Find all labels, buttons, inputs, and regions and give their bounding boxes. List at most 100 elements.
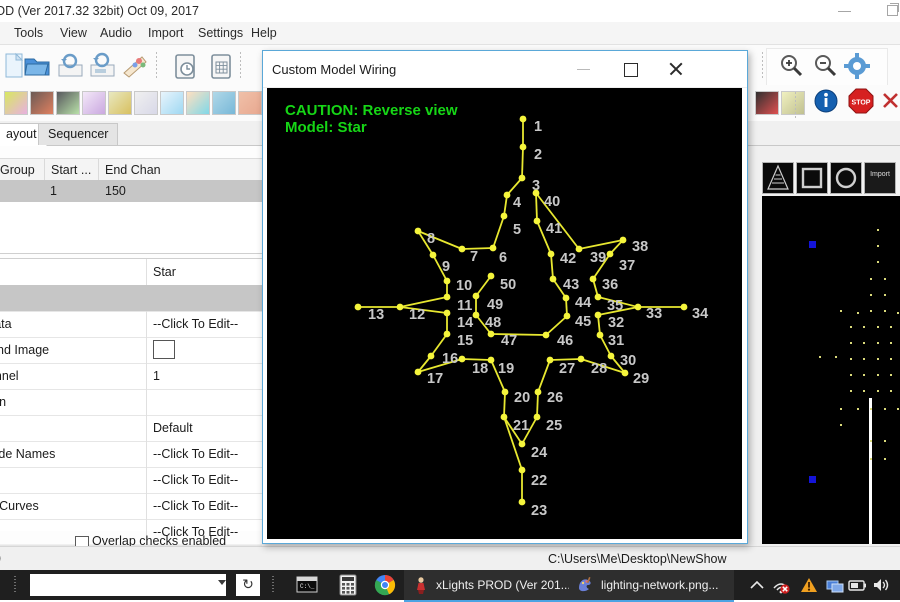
wiring-node[interactable] [534, 388, 542, 396]
tab-sequencer[interactable]: Sequencer [38, 123, 119, 145]
menu-item-tools[interactable]: Tools [8, 25, 49, 41]
wiring-node[interactable] [596, 331, 604, 339]
wiring-node[interactable] [533, 413, 541, 421]
wiring-node[interactable] [546, 356, 554, 364]
wiring-node[interactable] [594, 311, 602, 319]
property-row[interactable]: eStar [0, 259, 262, 286]
network-muted-icon[interactable] [772, 576, 790, 594]
import-button[interactable]: Import [864, 162, 896, 194]
search-input[interactable] [30, 574, 226, 596]
chrome-icon[interactable] [374, 574, 396, 596]
dialog-minimize-button[interactable] [561, 51, 607, 87]
fx-butterfly-icon[interactable] [4, 91, 28, 115]
info-icon[interactable] [813, 88, 839, 114]
preview-handle[interactable] [809, 476, 816, 483]
circle-shape-button[interactable] [830, 162, 862, 194]
fx-fire-icon[interactable] [30, 91, 54, 115]
column-header[interactable]: End Chan [105, 163, 161, 177]
chevron-down-icon[interactable] [218, 580, 226, 585]
menu-item-settings[interactable]: Settings [192, 25, 249, 41]
wiring-node[interactable] [563, 312, 571, 320]
wiring-node[interactable] [518, 498, 526, 506]
property-value[interactable]: --Click To Edit-- [153, 317, 238, 331]
xlights-taskbar-item[interactable]: xLights PROD (Ver 201... [404, 570, 571, 602]
stop-icon[interactable]: STOP [848, 88, 874, 114]
chevron-up-icon[interactable] [748, 576, 766, 594]
save-icon[interactable] [56, 51, 86, 81]
menu-item-view[interactable]: View [54, 25, 93, 41]
wiring-node[interactable] [589, 275, 597, 283]
property-row[interactable]: om [0, 285, 262, 312]
wiring-node[interactable] [518, 174, 526, 182]
wiring-node[interactable] [487, 330, 495, 338]
battery-icon[interactable] [848, 576, 866, 594]
property-row[interactable]: ewDefault [0, 415, 262, 442]
wiring-node[interactable] [533, 217, 541, 225]
menu-item-import[interactable]: Import [142, 25, 189, 41]
property-value[interactable]: 1 [153, 369, 160, 383]
fx-plasma-icon[interactable] [238, 91, 262, 115]
wiring-node[interactable] [547, 250, 555, 258]
wiring-node[interactable] [487, 356, 495, 364]
window-restore-button[interactable] [878, 0, 900, 22]
refresh-icon[interactable]: ↻ [236, 574, 260, 596]
warning-icon[interactable] [800, 576, 818, 594]
volume-icon[interactable] [872, 576, 890, 594]
gear-icon[interactable] [842, 51, 872, 81]
wiring-node[interactable] [577, 355, 585, 363]
fx-meteors-icon[interactable] [212, 91, 236, 115]
zoom-out-icon[interactable] [810, 51, 840, 81]
wiring-node[interactable] [549, 275, 557, 283]
wiring-node[interactable] [606, 250, 614, 258]
wiring-node[interactable] [443, 277, 451, 285]
wiring-node[interactable] [396, 303, 404, 311]
property-value[interactable]: --Click To Edit-- [153, 499, 238, 513]
wiring-node[interactable] [594, 293, 602, 301]
wiring-node[interactable] [680, 303, 688, 311]
property-row[interactable]: s--Click To Edit-- [0, 467, 262, 494]
wiring-node[interactable] [532, 189, 540, 197]
wiring-node[interactable] [542, 331, 550, 339]
schedule-clipboard-icon[interactable] [170, 51, 200, 81]
wiring-node[interactable] [575, 245, 583, 253]
image-taskbar-item[interactable]: lighting-network.png... [569, 570, 734, 602]
close-x-icon[interactable] [880, 89, 900, 111]
wiring-node[interactable] [501, 388, 509, 396]
grid-clipboard-icon[interactable] [206, 51, 236, 81]
wiring-node[interactable] [472, 311, 480, 319]
calculator-icon[interactable] [337, 574, 359, 596]
color-palette-icon[interactable] [120, 51, 150, 81]
wiring-node[interactable] [619, 236, 627, 244]
save-as-icon[interactable] [88, 51, 118, 81]
zoom-in-icon[interactable] [776, 51, 806, 81]
window-minimize-button[interactable] [830, 0, 860, 22]
cmd-icon[interactable]: C:\_ [296, 574, 318, 596]
wiring-node[interactable] [354, 303, 362, 311]
column-header[interactable]: Start ... [51, 163, 91, 177]
wiring-node[interactable] [458, 245, 466, 253]
dialog-maximize-button[interactable] [607, 51, 653, 87]
property-row[interactable]: ground Image [0, 337, 262, 364]
open-folder-icon[interactable] [22, 51, 52, 81]
property-row[interactable]: Channel 1 [0, 363, 262, 390]
wiring-node[interactable] [414, 227, 422, 235]
display-icon[interactable] [826, 576, 844, 594]
wiring-node[interactable] [443, 330, 451, 338]
wiring-node[interactable] [500, 413, 508, 421]
wiring-node[interactable] [429, 251, 437, 259]
wiring-node[interactable] [634, 303, 642, 311]
wiring-node[interactable] [500, 212, 508, 220]
wiring-node[interactable] [489, 244, 497, 252]
menu-item-audio[interactable]: Audio [94, 25, 138, 41]
wiring-node[interactable] [519, 115, 527, 123]
background-image-swatch[interactable] [153, 340, 175, 359]
wiring-node[interactable] [487, 272, 495, 280]
wiring-node[interactable] [458, 355, 466, 363]
property-row[interactable]: d/Node Names --Click To Edit-- [0, 441, 262, 468]
wiring-node[interactable] [443, 309, 451, 317]
property-row[interactable]: ription [0, 389, 262, 416]
wiring-node[interactable] [414, 368, 422, 376]
fx-faces-icon[interactable] [160, 91, 184, 115]
wiring-node[interactable] [503, 191, 511, 199]
square-shape-button[interactable] [796, 162, 828, 194]
